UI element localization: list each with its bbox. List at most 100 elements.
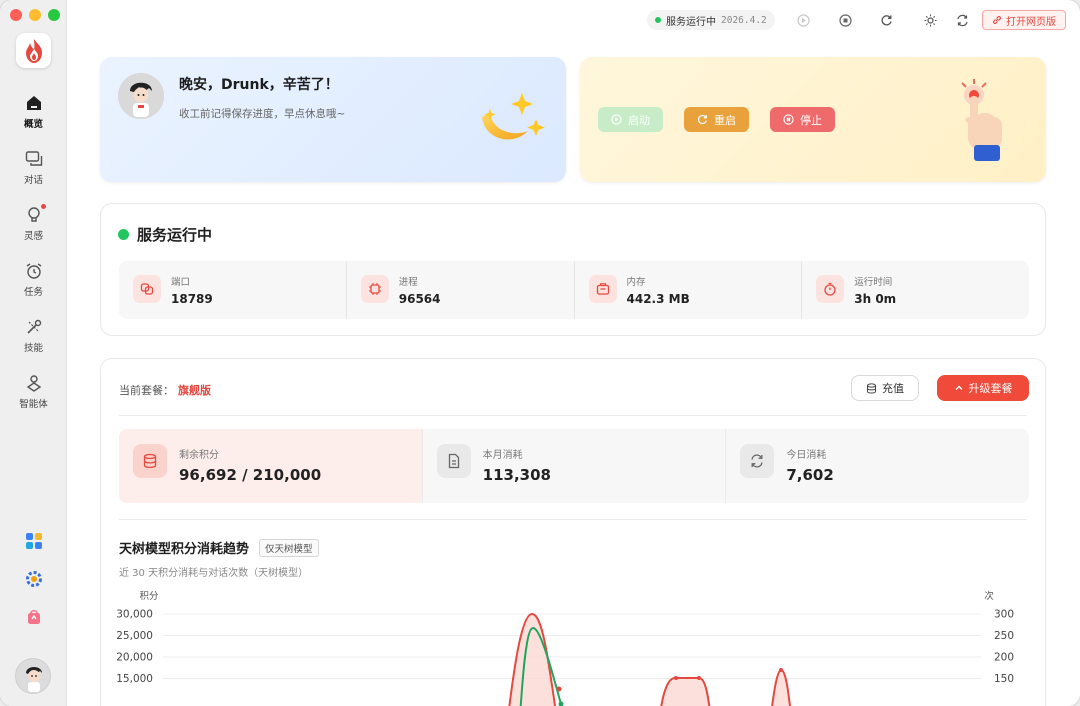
window-controls [10,9,60,21]
refresh-icon [740,444,775,478]
sidebar-item-inspiration[interactable]: 灵感 [0,204,67,242]
stop-circle-icon [838,13,852,27]
recharge-button[interactable]: 充值 [851,375,919,401]
metric-label: 运行时间 [854,277,893,288]
status-dot [118,229,129,240]
cpu-icon [360,275,389,303]
greeting-subtitle: 收工前记得保存进度，早点休息哦~ [179,108,346,120]
credits-point [697,676,701,680]
sync-button[interactable] [954,12,970,28]
service-status-header: 服务运行中 [118,224,212,245]
sidebar-item-skills[interactable]: 技能 [0,318,67,354]
chart-title-text: 天树模型积分消耗趋势 [119,542,250,557]
version-text: 2026.4.2 [721,14,767,26]
plan-card: 当前套餐： 旗舰版 充值 升级套餐 剩余积分 96,692 / 210,000 [100,358,1046,706]
sidebar-item-agents[interactable]: 智能体 [0,374,67,410]
app-window: 概览 对话 灵感 任务 技能 智能体 服务运行中 2026.4.2 打开网页版 … [0,0,1080,706]
service-status-card: 服务运行中 端口 18789 进程 96564 内存 442.3 MB 运行时间… [100,203,1046,336]
document-icon [436,444,471,478]
stop-button[interactable]: 停止 [770,107,835,132]
apps-button[interactable] [0,532,67,550]
credits-point [779,668,783,672]
metric-label: 内存 [626,277,646,288]
left-tick-label: 25,000 [116,630,153,642]
stop-label: 停止 [800,113,822,127]
lightbulb-icon [25,204,46,224]
trend-chart-svg: 积分 次 30,000 300 25,000 250 20,000 200 15,000 15… [116,590,1014,706]
theme-toggle-button[interactable] [922,12,938,28]
play-circle-icon [796,13,810,27]
service-status-pill: 服务运行中 2026.4.2 [647,10,775,30]
shop-bag-icon [27,610,40,624]
greeting-avatar [118,73,164,119]
greeting-card: 晚安，Drunk，辛苦了！ 收工前记得保存进度，早点休息哦~ [100,57,566,182]
settings-button[interactable] [0,570,67,588]
current-plan-label: 当前套餐： [119,384,174,397]
right-tick-label: 250 [994,630,1014,642]
credit-today: 今日消耗 7,602 [726,429,1029,503]
database-icon [133,444,167,478]
greeting-title: 晚安，Drunk，辛苦了！ [179,77,339,93]
avatar-illustration [16,659,50,693]
port-icon [133,275,161,303]
divider [119,519,1027,520]
alarm-clock-icon [25,262,43,280]
sync-icon [956,14,968,26]
conversations-point [558,701,564,706]
sidebar-item-label: 技能 [23,343,43,354]
credit-label: 本月消耗 [482,450,523,461]
left-tick-label: 20,000 [116,652,153,664]
left-axis-label: 积分 [139,590,159,602]
restart-button[interactable]: 重启 [684,107,749,132]
chart-title: 天树模型积分消耗趋势 仅天树模型 [119,538,319,557]
chevron-up-icon [955,385,962,390]
start-toolbar-button[interactable] [795,12,811,28]
sun-icon [924,14,936,26]
sidebar: 概览 对话 灵感 任务 技能 智能体 [0,0,67,706]
minimize-window-button[interactable] [29,9,41,21]
memory-icon [588,275,617,303]
flame-logo-icon [25,38,42,63]
stop-toolbar-button[interactable] [837,12,853,28]
sidebar-item-label: 智能体 [19,399,48,410]
database-icon [867,382,876,393]
credit-label: 剩余积分 [179,450,219,461]
gear-icon [25,571,42,587]
sidebar-item-overview[interactable]: 概览 [0,94,67,130]
start-button[interactable]: 启动 [598,107,663,132]
chat-icon [25,150,43,168]
trend-chart: 积分 次 30,000 300 25,000 250 20,000 200 15,000 15… [101,584,1047,706]
control-card: 启动 重启 停止 [580,57,1046,182]
upgrade-label: 升级套餐 [968,382,1013,395]
user-avatar[interactable] [15,658,51,694]
sidebar-item-tasks[interactable]: 任务 [0,262,67,298]
upgrade-plan-button[interactable]: 升级套餐 [937,375,1029,401]
right-tick-label: 150 [994,673,1014,685]
store-button[interactable] [0,608,67,626]
recharge-label: 充值 [882,382,904,395]
avatar-illustration [118,73,164,119]
sidebar-item-label: 概览 [23,119,43,130]
agent-icon [25,374,43,392]
metric-value: 96564 [398,292,441,306]
restart-toolbar-button[interactable] [878,12,894,28]
close-window-button[interactable] [10,9,22,21]
open-web-button[interactable]: 打开网页版 [982,10,1066,30]
service-metrics: 端口 18789 进程 96564 内存 442.3 MB 运行时间 3h 0m [119,261,1029,319]
right-tick-label: 300 [994,609,1014,621]
right-axis-label: 次 [984,590,994,602]
maximize-window-button[interactable] [48,9,60,21]
credit-value: 113,308 [482,466,551,484]
sidebar-item-chat[interactable]: 对话 [0,150,67,186]
metric-label: 进程 [398,277,418,288]
timer-icon [816,275,845,303]
tools-icon [25,318,43,336]
refresh-icon [881,14,892,25]
metric-value: 3h 0m [854,292,897,306]
credit-remaining: 剩余积分 96,692 / 210,000 [119,429,423,503]
home-icon [25,94,43,112]
start-label: 启动 [628,113,650,127]
link-icon [993,16,1001,24]
apps-grid-icon [25,533,42,549]
chart-subtitle: 近 30 天积分消耗与对话次数（天树模型） [119,568,309,579]
